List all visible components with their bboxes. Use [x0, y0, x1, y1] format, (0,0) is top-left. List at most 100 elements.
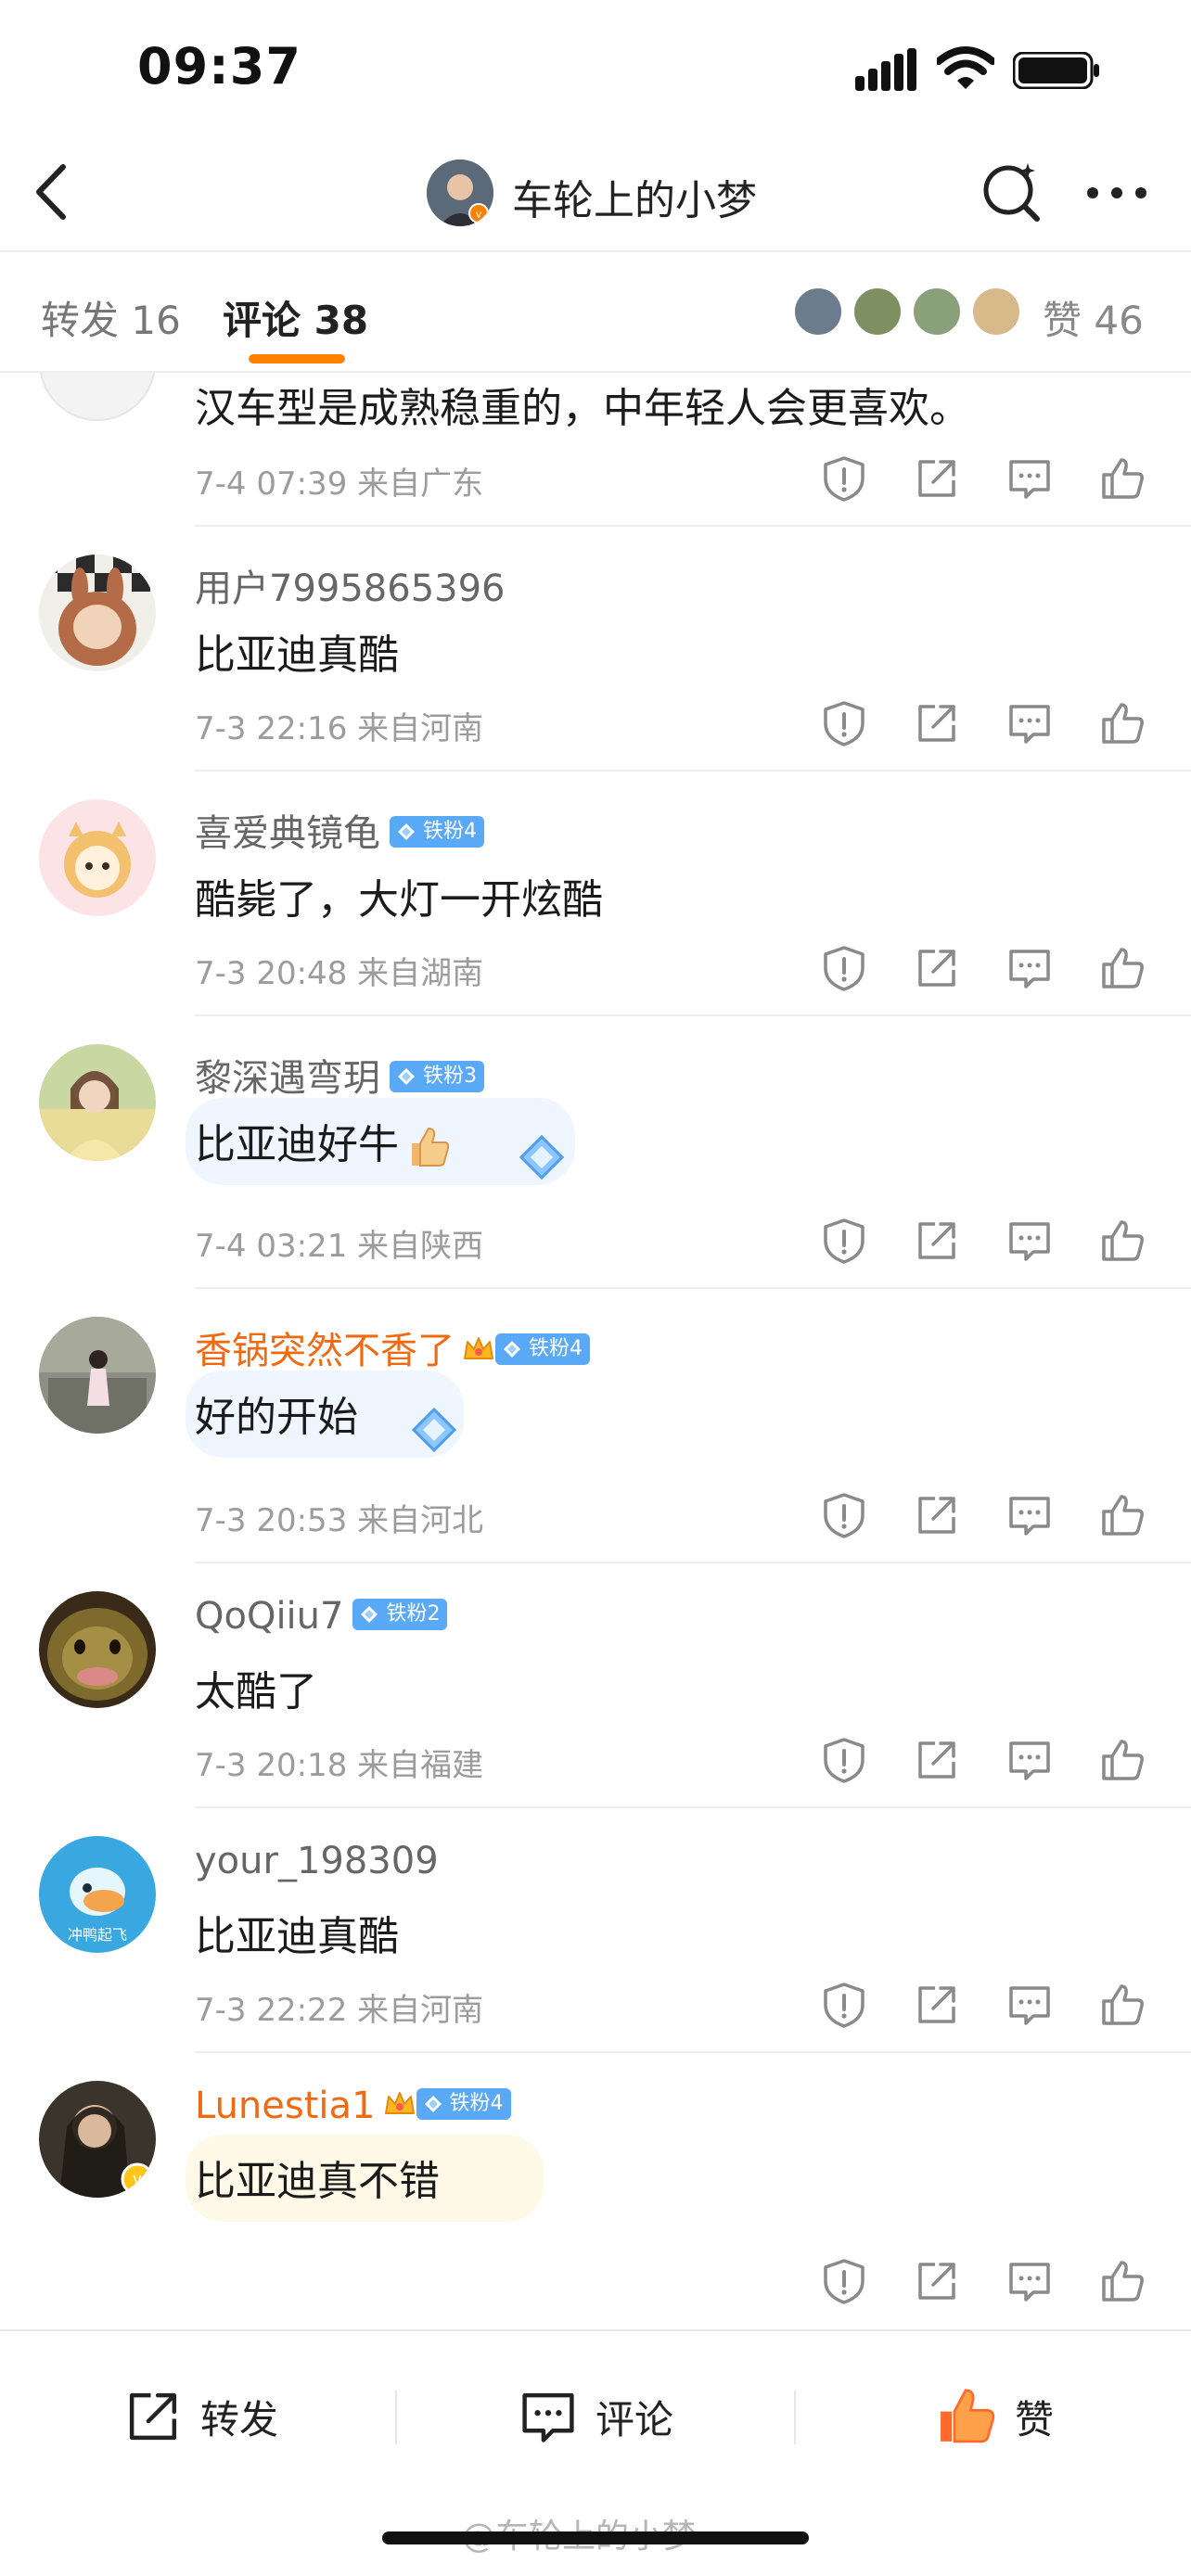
like-icon[interactable]	[1098, 454, 1146, 503]
comment-text: 汉车型是成熟稳重的，中年轻人会更喜欢。	[195, 385, 970, 432]
share-icon[interactable]	[913, 944, 961, 992]
gem-icon	[424, 2095, 442, 2113]
comment-item[interactable]: 香锅突然不香了 铁粉4 好的开始 7-3 20:53 来自河北	[0, 1289, 1191, 1563]
author-avatar[interactable]: v	[427, 159, 493, 226]
comment-username[interactable]: 用户7995865396	[195, 558, 506, 612]
fan-badge-label: 铁粉4	[529, 1337, 583, 1360]
liker-avatar[interactable]	[911, 286, 963, 338]
comment-item[interactable]: 汉车型是成熟稳重的，中年轻人会更喜欢。 7-4 07:39 来自广东	[0, 304, 1191, 527]
fan-badge: 铁粉4	[495, 1333, 590, 1365]
comment-icon[interactable]	[1005, 1491, 1054, 1539]
comment-text: 太酷了	[195, 1668, 317, 1715]
tab-comment[interactable]: 评论 38	[223, 289, 368, 346]
comment-username[interactable]: 香锅突然不香了 铁粉4	[195, 1320, 590, 1374]
report-icon[interactable]	[820, 944, 868, 992]
comment-username[interactable]: 黎深遇弯玥 铁粉3	[195, 1048, 484, 1102]
repost-label: 转发	[200, 2396, 279, 2442]
comment-username[interactable]: your_198309	[195, 1840, 439, 1882]
comment-meta: 7-4 07:39 来自广东	[195, 465, 484, 503]
share-icon[interactable]	[913, 1736, 961, 1784]
comment-username[interactable]: QoQiiu7 铁粉2	[195, 1595, 448, 1638]
back-icon[interactable]	[28, 159, 74, 224]
share-icon[interactable]	[913, 1217, 961, 1265]
comment-text: 好的开始	[195, 1394, 358, 1441]
comment-button[interactable]: 评论	[518, 2379, 673, 2454]
avatar[interactable]	[39, 1317, 156, 1434]
comment-username[interactable]: Lunestia1 铁粉4	[195, 2085, 511, 2127]
comment-label: 评论	[596, 2396, 674, 2442]
avatar[interactable]	[39, 1591, 156, 1708]
comment-username[interactable]: 喜爱典镜龟 铁粉4	[195, 803, 484, 857]
comment-icon	[522, 2392, 574, 2442]
username-text[interactable]: Lunestia1	[195, 2085, 376, 2127]
comment-item[interactable]: 黎深遇弯玥 铁粉3 比亚迪好牛 7-4 03:21 来自陕西	[0, 1016, 1191, 1289]
like-icon[interactable]	[1098, 1217, 1146, 1265]
comment-icon[interactable]	[1005, 454, 1054, 503]
comment-item[interactable]: QoQiiu7 铁粉2 太酷了 7-3 20:18 来自福建	[0, 1563, 1191, 1808]
report-icon[interactable]	[820, 1217, 868, 1265]
username-text[interactable]: QoQiiu7	[195, 1595, 343, 1638]
like-icon-filled	[941, 2389, 995, 2443]
username-text[interactable]: 香锅突然不香了	[195, 1330, 455, 1372]
liker-avatar[interactable]	[970, 286, 1022, 338]
liker-avatar[interactable]	[792, 286, 844, 338]
status-bar: 09:37	[0, 0, 1191, 139]
avatar[interactable]	[39, 799, 156, 916]
avatar[interactable]	[39, 1044, 156, 1161]
fan-badge-label: 铁粉4	[423, 820, 477, 843]
like-icon[interactable]	[1098, 944, 1146, 992]
comment-item[interactable]: 用户7995865396 比亚迪真酷 7-3 22:16 来自河南	[0, 527, 1191, 772]
gem-decoration-icon	[411, 1407, 457, 1453]
search-icon[interactable]	[980, 159, 1044, 224]
gem-icon	[503, 1340, 521, 1358]
like-icon[interactable]	[1098, 1981, 1146, 2029]
home-indicator[interactable]	[382, 2531, 809, 2544]
username-text[interactable]: 黎深遇弯玥	[195, 1057, 380, 1100]
share-icon[interactable]	[913, 1491, 961, 1539]
comment-icon[interactable]	[1005, 2257, 1054, 2305]
comment-icon[interactable]	[1005, 699, 1054, 747]
like-icon[interactable]	[1098, 2257, 1146, 2305]
like-icon[interactable]	[1098, 1491, 1146, 1539]
gem-icon	[397, 823, 416, 841]
comment-icon[interactable]	[1005, 944, 1054, 992]
username-text[interactable]: 喜爱典镜龟	[195, 812, 380, 855]
separator	[395, 2391, 397, 2444]
more-icon[interactable]	[1083, 174, 1150, 211]
avatar[interactable]: 冲鸭起飞	[39, 1836, 156, 1953]
comment-meta: 7-3 20:18 来自福建	[195, 1747, 484, 1784]
share-icon[interactable]	[913, 699, 961, 747]
share-icon[interactable]	[913, 2257, 961, 2305]
report-icon[interactable]	[820, 1491, 868, 1539]
repost-button[interactable]: 转发	[122, 2379, 278, 2454]
liker-avatar[interactable]	[852, 286, 903, 338]
tab-likes[interactable]: 赞 46	[1043, 289, 1144, 346]
report-icon[interactable]	[820, 699, 868, 747]
report-icon[interactable]	[820, 1736, 868, 1784]
active-tab-indicator	[249, 354, 345, 363]
report-icon[interactable]	[820, 1981, 868, 2029]
like-icon[interactable]	[1098, 699, 1146, 747]
comment-item[interactable]: 冲鸭起飞 your_198309 比亚迪真酷 7-3 22:22 来自河南	[0, 1808, 1191, 2053]
tab-repost[interactable]: 转发 16	[41, 289, 181, 346]
comment-meta: 7-3 20:48 来自湖南	[195, 955, 484, 992]
share-icon[interactable]	[913, 1981, 961, 2029]
report-icon[interactable]	[820, 2257, 868, 2305]
avatar[interactable]	[39, 555, 156, 671]
comment-icon[interactable]	[1005, 1217, 1054, 1265]
comment-item[interactable]: v Lunestia1 铁粉4 比亚迪真不错	[0, 2053, 1191, 2329]
comment-icon[interactable]	[1005, 1736, 1054, 1784]
report-icon[interactable]	[820, 454, 868, 503]
nav-title[interactable]: 车轮上的小梦	[512, 167, 757, 226]
comment-item[interactable]: 喜爱典镜龟 铁粉4 酷毙了，大灯一开炫酷 7-3 20:48 来自湖南	[0, 772, 1191, 1016]
like-label: 赞	[1015, 2396, 1055, 2442]
like-icon[interactable]	[1098, 1736, 1146, 1784]
signal-icon	[855, 48, 916, 91]
avatar[interactable]: v	[39, 2081, 156, 2198]
fan-badge: 铁粉4	[416, 2088, 511, 2120]
comment-icon[interactable]	[1005, 1981, 1054, 2029]
like-button[interactable]: 赞	[933, 2379, 1054, 2454]
fan-badge-label: 铁粉3	[423, 1065, 477, 1088]
fan-badge: 铁粉3	[390, 1061, 484, 1092]
share-icon[interactable]	[913, 454, 961, 503]
